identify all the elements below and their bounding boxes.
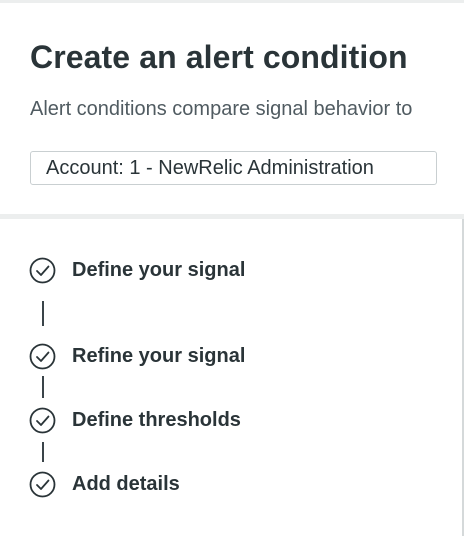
step-label: Define thresholds [72,408,241,431]
step-connector [42,442,44,462]
steps-panel: Define your signal Refine your signal De… [0,219,464,536]
account-picker-label: Account: 1 - NewRelic Administration [46,156,374,179]
page-title: Create an alert condition [30,39,408,75]
page-subtitle: Alert conditions compare signal behavior… [30,98,413,120]
step-add-details[interactable]: Add details [29,470,180,498]
check-circle-icon [29,343,56,369]
step-connector [42,301,44,326]
step-label: Add details [72,472,180,495]
step-define-thresholds[interactable]: Define thresholds [29,406,241,434]
header-panel: Create an alert condition Alert conditio… [0,3,464,214]
step-refine-signal[interactable]: Refine your signal [29,342,245,370]
step-define-signal[interactable]: Define your signal [29,256,245,284]
step-label: Refine your signal [72,344,246,367]
step-connector [42,376,44,398]
check-circle-icon [29,471,56,497]
check-circle-icon [29,407,56,433]
check-circle-icon [29,257,56,283]
step-label: Define your signal [72,258,246,281]
account-picker[interactable]: Account: 1 - NewRelic Administration [30,151,437,185]
